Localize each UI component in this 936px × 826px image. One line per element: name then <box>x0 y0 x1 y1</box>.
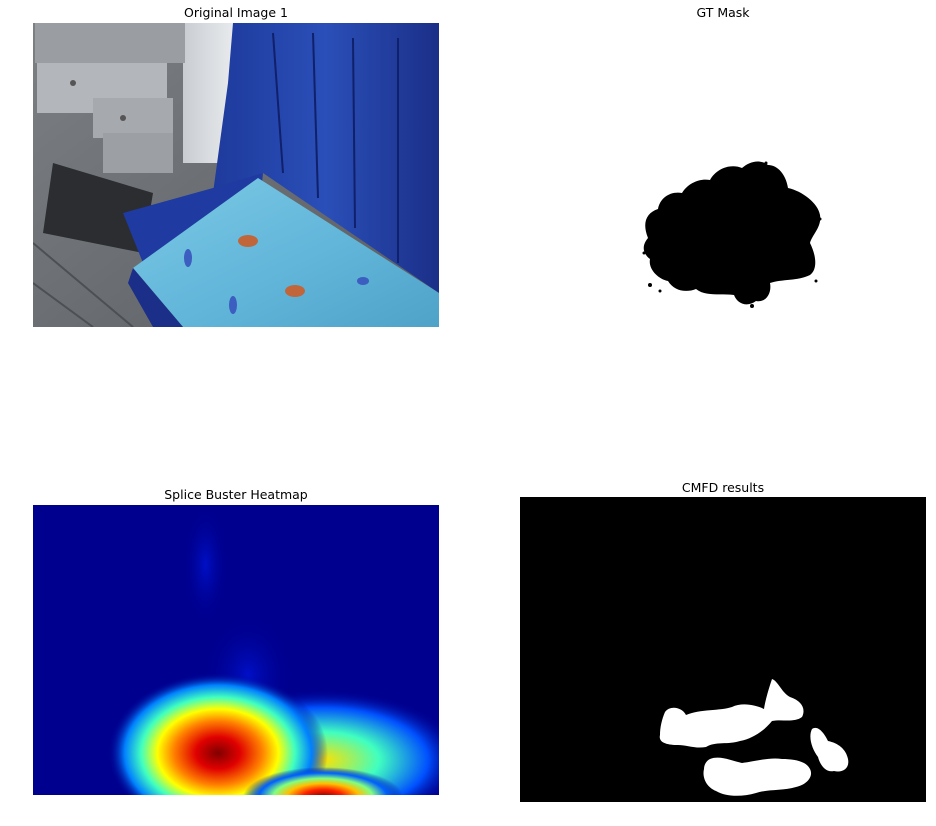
heatmap-image <box>33 505 439 795</box>
cmfd-title: CMFD results <box>681 480 765 495</box>
original-image <box>33 23 439 327</box>
heatmap-title: Splice Buster Heatmap <box>164 487 308 502</box>
cmfd-image <box>520 497 926 802</box>
gt-mask-title: GT Mask <box>696 5 750 20</box>
gt-mask-image <box>520 23 926 327</box>
original-image-title: Original Image 1 <box>184 5 288 20</box>
